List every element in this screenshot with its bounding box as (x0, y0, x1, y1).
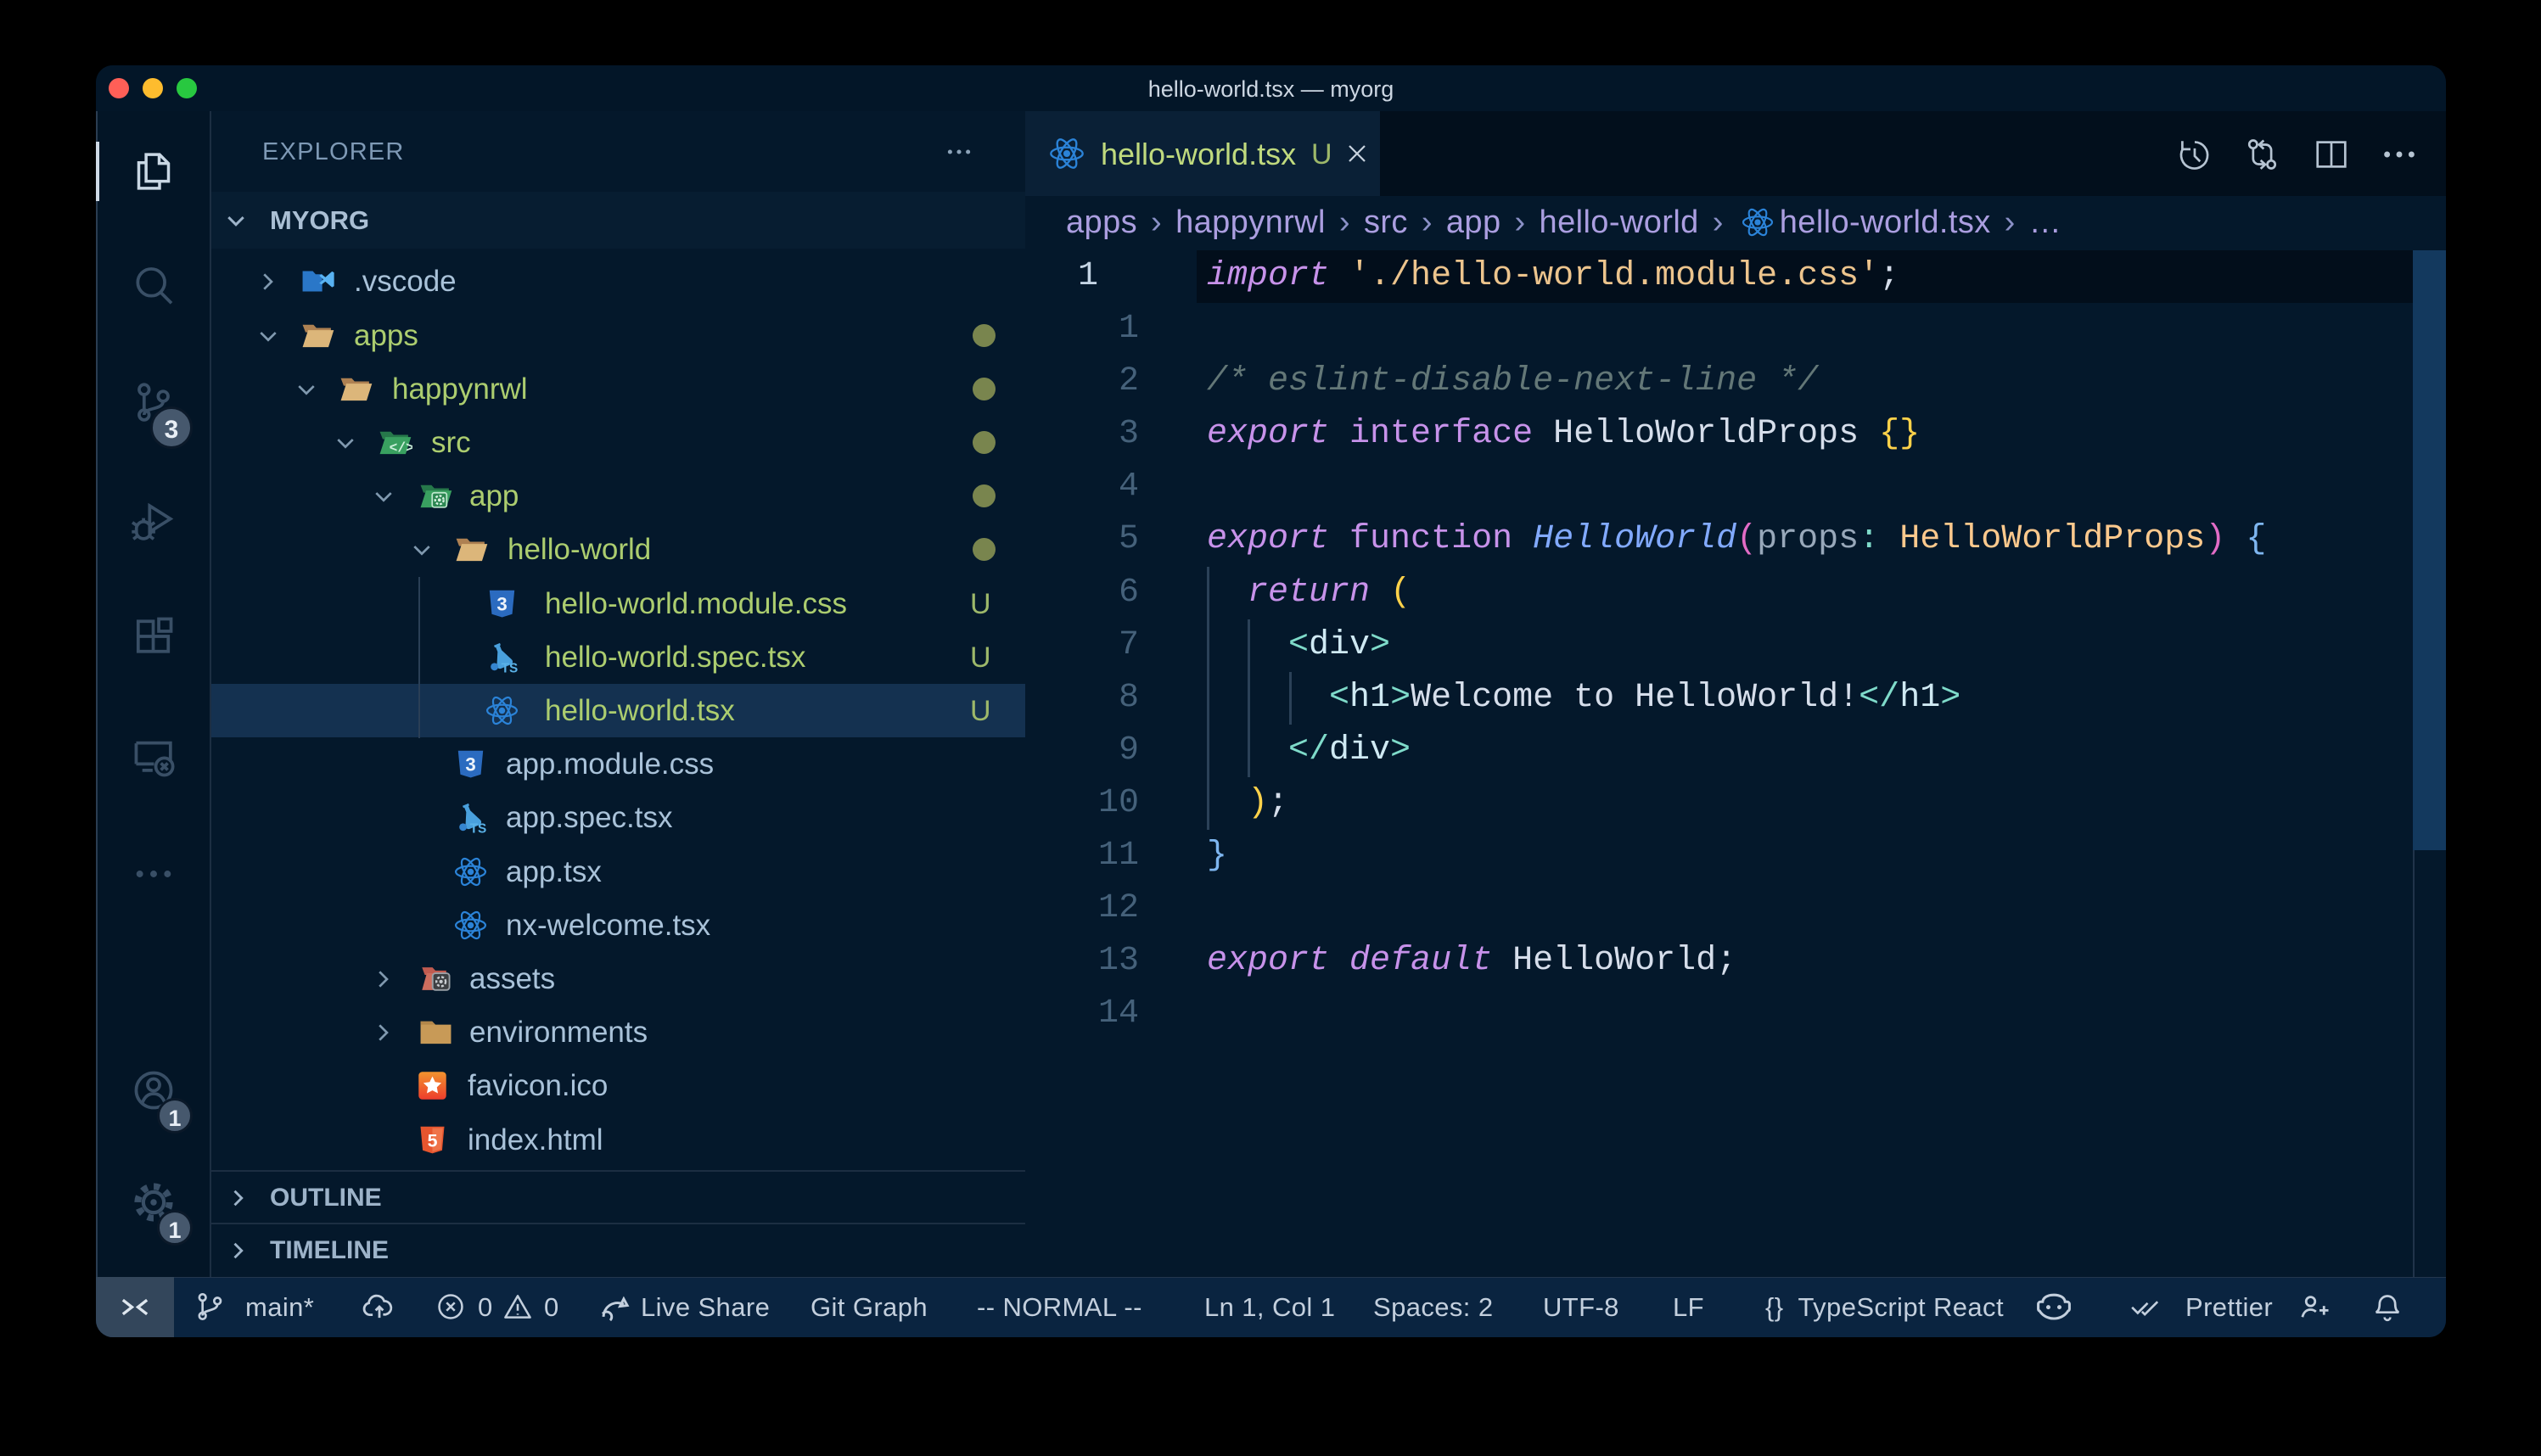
svg-text:TS: TS (470, 821, 487, 835)
svg-text:TS: TS (502, 661, 519, 675)
svg-text:</>: </> (390, 440, 412, 456)
svg-text:3: 3 (465, 754, 475, 776)
svg-text:3: 3 (496, 594, 507, 615)
svg-text:5: 5 (428, 1130, 438, 1151)
